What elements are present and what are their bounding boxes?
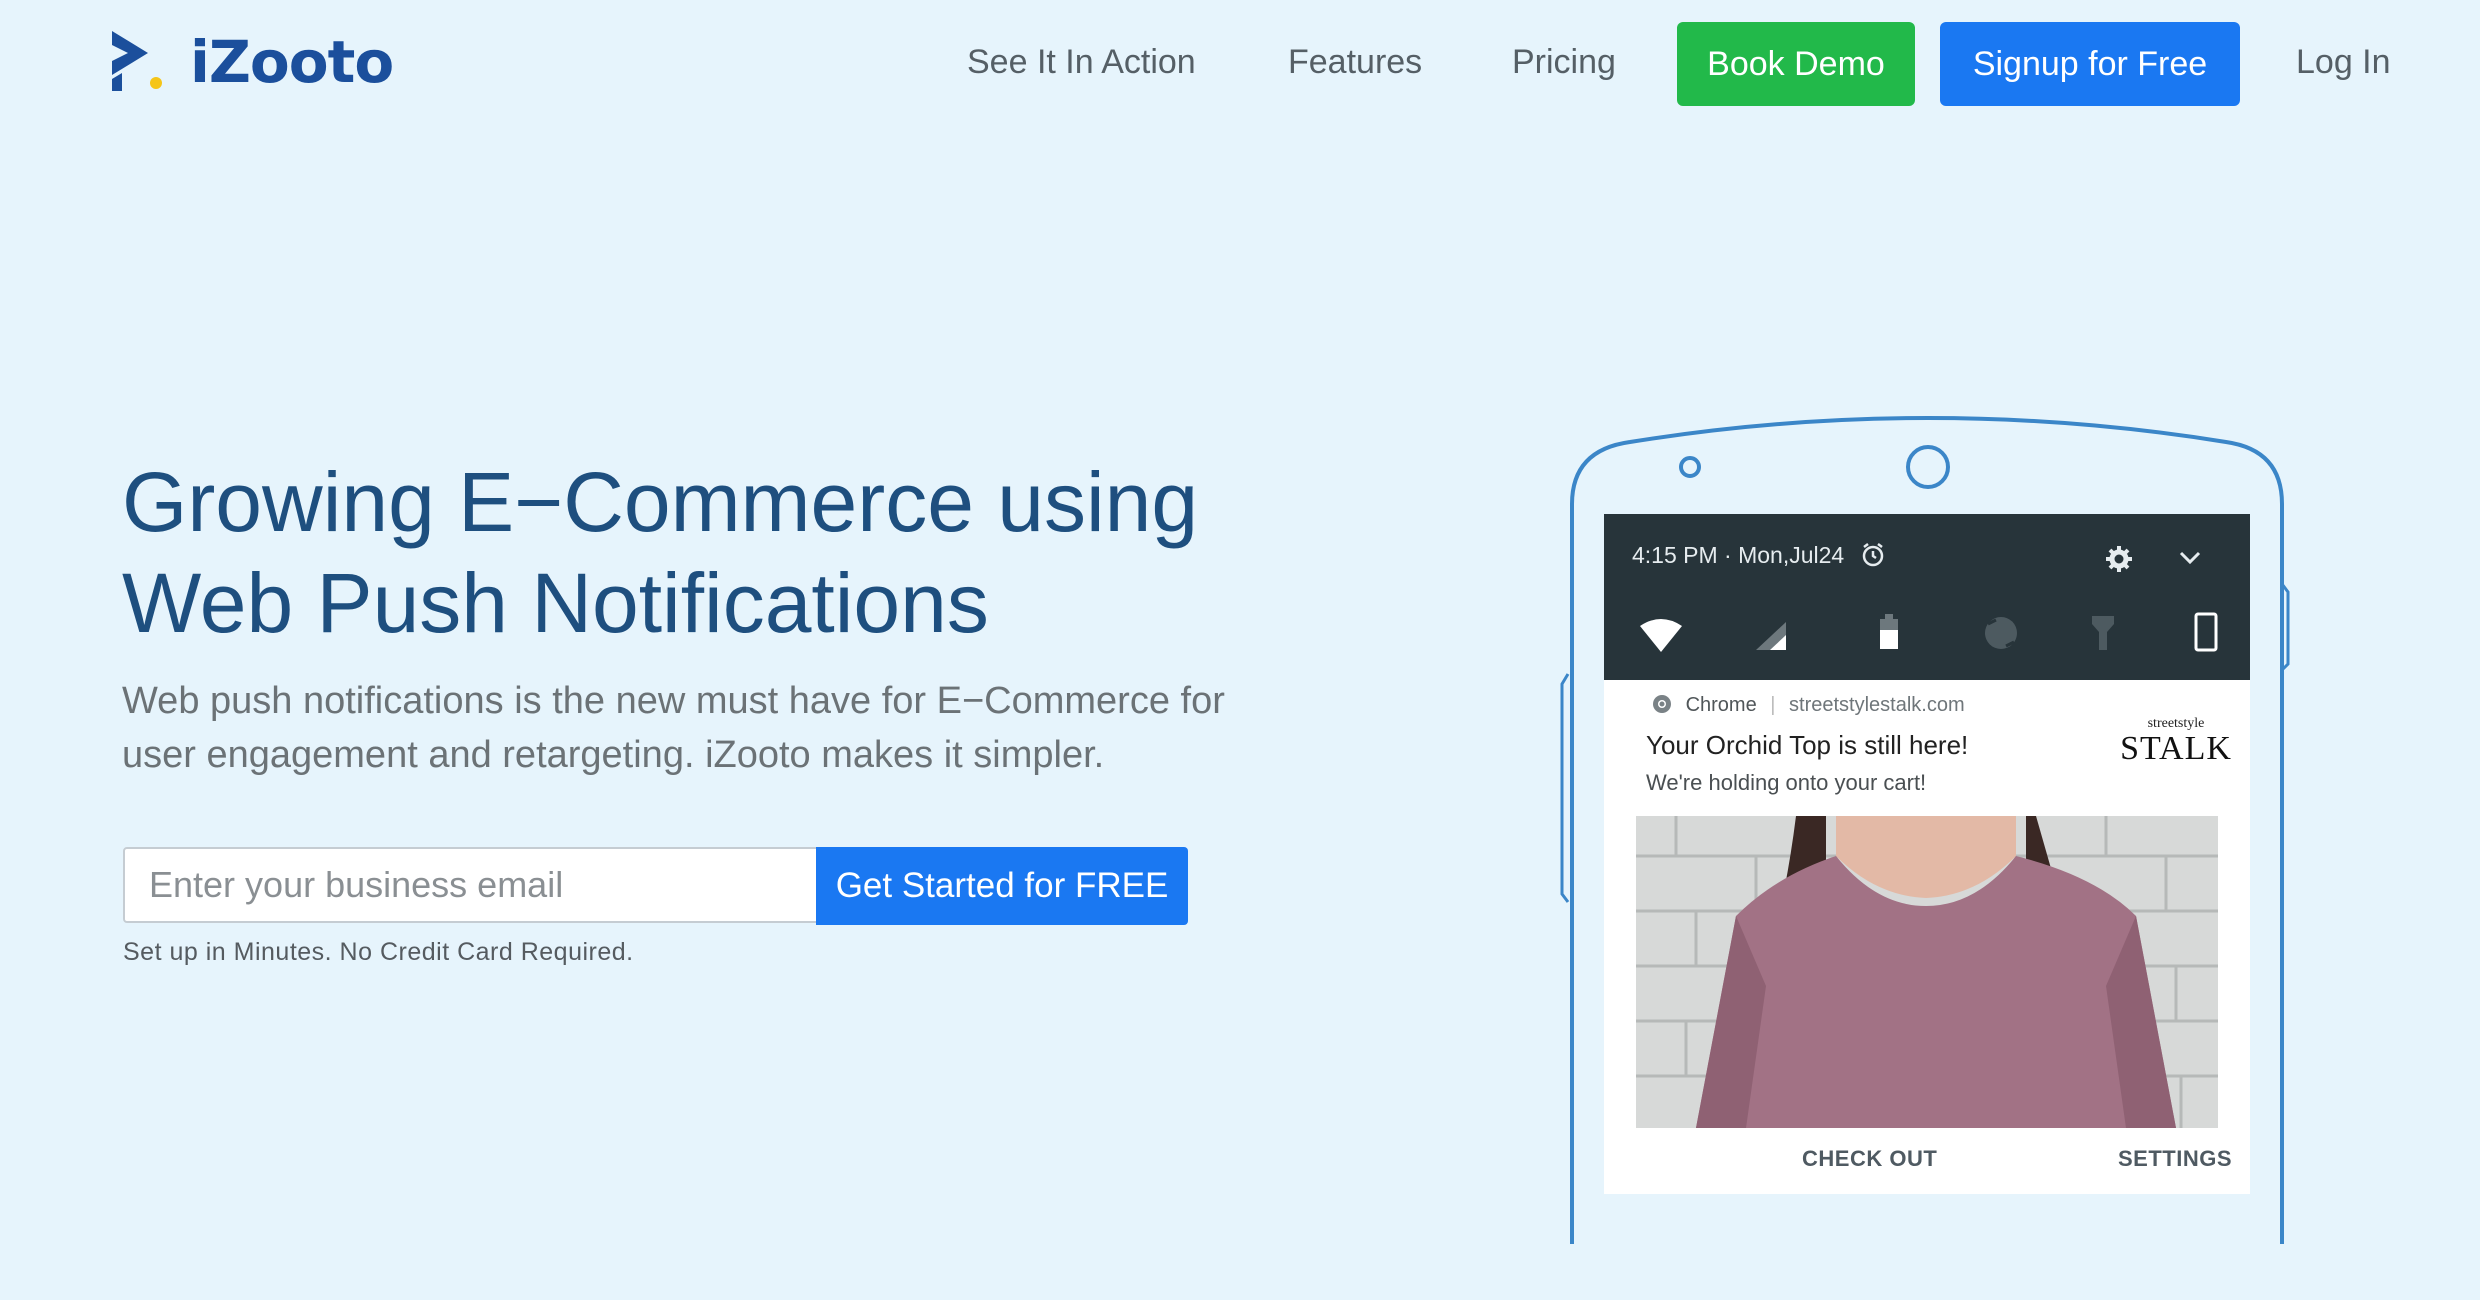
rotate-icon[interactable] — [1982, 614, 2020, 657]
nav-features[interactable]: Features — [1288, 38, 1422, 86]
hero-subtitle-line1: Web push notifications is the new must h… — [122, 680, 1225, 722]
settings-action[interactable]: SETTINGS — [2118, 1146, 2232, 1172]
brand-logo-big: STALK — [2120, 730, 2232, 767]
login-link[interactable]: Log In — [2296, 38, 2391, 86]
hero-title: Growing E−Commerce using Web Push Notifi… — [122, 452, 1322, 654]
get-started-button[interactable]: Get Started for FREE — [816, 847, 1188, 925]
logo-text: iZooto — [190, 28, 394, 96]
gear-icon[interactable] — [2104, 544, 2134, 579]
signup-button[interactable]: Signup for Free — [1940, 22, 2240, 106]
email-input[interactable] — [123, 847, 818, 923]
alarm-icon — [1860, 542, 1886, 573]
hero-title-line1: Growing E−Commerce using — [122, 455, 1199, 549]
logo-mark-icon — [108, 27, 178, 97]
status-bar: 4:15 PM · Mon,Jul24 — [1604, 514, 2250, 680]
notification-card[interactable]: Chrome | streetstylestalk.com Your Orchi… — [1604, 680, 2250, 1194]
notification-body: We're holding onto your cart! — [1646, 770, 1927, 795]
notification-app: Chrome — [1685, 694, 1757, 716]
battery-icon[interactable] — [1878, 614, 1900, 655]
status-time: 4:15 PM · Mon,Jul24 — [1632, 542, 1845, 568]
chevron-down-icon[interactable] — [2178, 548, 2202, 573]
phone-mockup: 4:15 PM · Mon,Jul24 Chrome | streetstyle… — [1560, 384, 2292, 1300]
notification-site: streetstylestalk.com — [1789, 694, 1965, 716]
hero-subtitle: Web push notifications is the new must h… — [122, 674, 1382, 782]
phone-screen: 4:15 PM · Mon,Jul24 Chrome | streetstyle… — [1604, 514, 2250, 1194]
nav-pricing[interactable]: Pricing — [1512, 38, 1616, 86]
phone-icon[interactable] — [2194, 612, 2218, 657]
checkout-action[interactable]: CHECK OUT — [1802, 1146, 1937, 1172]
cta-note: Set up in Minutes. No Credit Card Requir… — [123, 938, 634, 966]
notification-title: Your Orchid Top is still here! — [1646, 730, 1969, 760]
flashlight-icon[interactable] — [2090, 614, 2116, 657]
hero-subtitle-line2: user engagement and retargeting. iZooto … — [122, 734, 1105, 776]
book-demo-button[interactable]: Book Demo — [1677, 22, 1915, 106]
product-image — [1636, 816, 2218, 1128]
notification-meta: Chrome | streetstylestalk.com — [1652, 694, 1965, 720]
logo[interactable]: iZooto — [108, 26, 394, 98]
chrome-icon — [1652, 694, 1672, 720]
nav-see-it-in-action[interactable]: See It In Action — [967, 38, 1196, 86]
hero-title-line2: Web Push Notifications — [122, 556, 989, 650]
brand-logo: streetstyle STALK — [2120, 716, 2232, 796]
signal-icon[interactable] — [1754, 620, 1788, 657]
wifi-icon[interactable] — [1638, 618, 1684, 659]
